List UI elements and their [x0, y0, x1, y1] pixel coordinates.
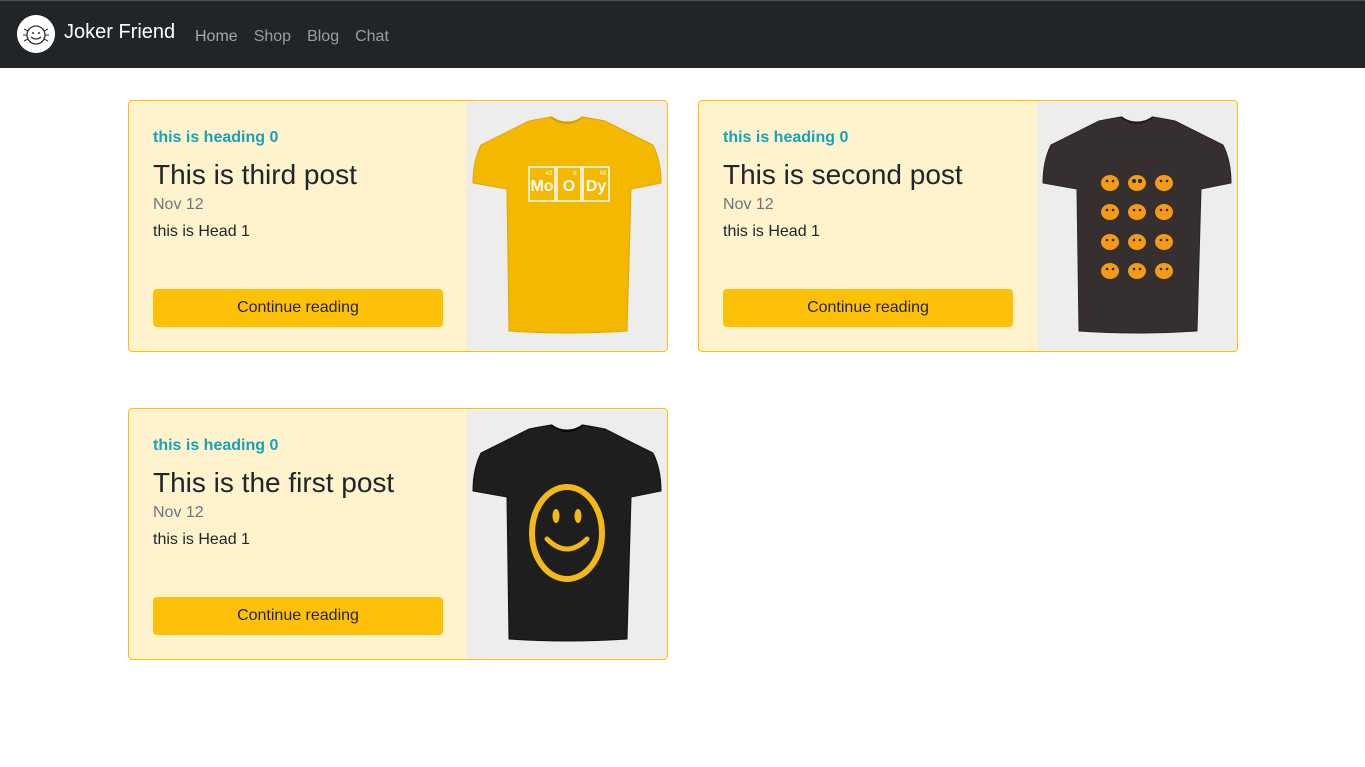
smiley-tshirt-image	[472, 424, 662, 642]
nav-link-blog[interactable]: Blog	[299, 23, 347, 50]
post-title: This is the first post	[153, 467, 395, 498]
post-title: This is second post	[723, 159, 963, 190]
post-card-body: this is heading 0 This is third post Nov…	[153, 101, 443, 351]
post-card: this is heading 0 This is the first post…	[128, 408, 668, 660]
yellow-moody-tshirt-image: Mo O Dy 42 8 66	[472, 116, 662, 334]
post-excerpt: this is Head 1	[153, 531, 250, 548]
post-excerpt: this is Head 1	[723, 223, 820, 240]
post-card: this is heading 0 This is third post Nov…	[128, 100, 668, 352]
navbar: Joker Friend Home Shop Blog Chat	[0, 0, 1365, 68]
nav-link-home[interactable]: Home	[187, 23, 246, 50]
continue-reading-button[interactable]: Continue reading	[723, 289, 1013, 327]
post-date: Nov 12	[153, 504, 204, 521]
post-card-body: this is heading 0 This is second post No…	[723, 101, 1013, 351]
post-excerpt: this is Head 1	[153, 223, 250, 240]
shirt-element-symbol: O	[563, 178, 575, 195]
post-date: Nov 12	[723, 196, 774, 213]
nav-link-chat[interactable]: Chat	[347, 23, 397, 50]
post-date: Nov 12	[153, 196, 204, 213]
shirt-element-symbol: Mo	[530, 178, 553, 195]
brand-link[interactable]: Joker Friend	[17, 15, 175, 53]
shirt-element-number: 42	[546, 171, 553, 177]
post-category: this is heading 0	[153, 129, 279, 146]
nav-link-shop[interactable]: Shop	[246, 23, 299, 50]
post-thumbnail[interactable]	[467, 409, 667, 659]
joker-logo-icon	[17, 15, 55, 53]
brand-name: Joker Friend	[64, 21, 176, 43]
shirt-element-number: 66	[600, 171, 607, 177]
pumpkin-emoji-tshirt-image	[1042, 116, 1232, 334]
post-card: this is heading 0 This is second post No…	[698, 100, 1238, 352]
post-category: this is heading 0	[723, 129, 849, 146]
continue-reading-button[interactable]: Continue reading	[153, 597, 443, 635]
continue-reading-button[interactable]: Continue reading	[153, 289, 443, 327]
post-thumbnail[interactable]: Mo O Dy 42 8 66	[467, 101, 667, 351]
post-category: this is heading 0	[153, 437, 279, 454]
nav-links: Home Shop Blog Chat	[187, 23, 397, 50]
shirt-element-symbol: Dy	[586, 178, 607, 195]
post-thumbnail[interactable]	[1037, 101, 1237, 351]
post-card-body: this is heading 0 This is the first post…	[153, 409, 443, 659]
post-title: This is third post	[153, 159, 357, 190]
